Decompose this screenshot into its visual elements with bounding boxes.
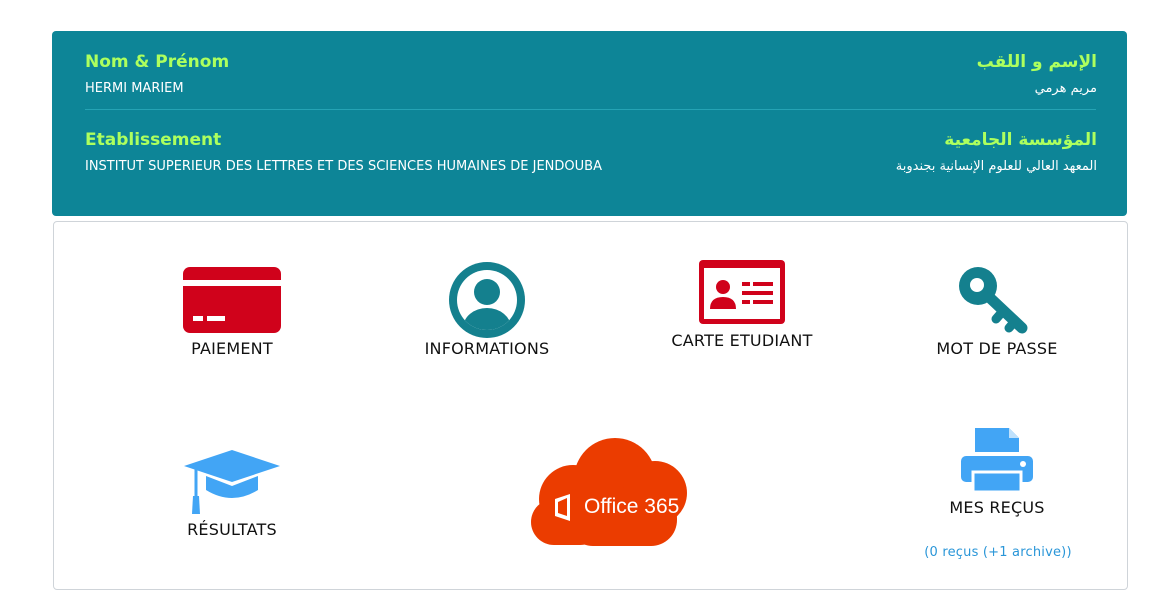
resultats-label: RÉSULTATS [187, 520, 277, 539]
mes-recus-label: MES REÇUS [949, 498, 1045, 517]
user-circle-icon [449, 262, 525, 338]
graduation-cap-icon [184, 450, 280, 514]
institution-value-ar: المعهد العالي للعلوم الإنسانية بجندوبة [895, 159, 1097, 174]
profile-header: Nom & Prénom HERMI MARIEM الإسم و اللقب … [52, 31, 1127, 216]
id-card-icon [699, 260, 785, 324]
name-value-fr: HERMI MARIEM [85, 81, 184, 96]
name-label-ar: الإسم و اللقب [976, 52, 1097, 72]
office365-cloud-icon [531, 438, 687, 546]
carte-etudiant-label: CARTE ETUDIANT [671, 331, 813, 350]
name-value-ar: مريم هرمي [1034, 81, 1097, 96]
key-icon [959, 267, 1028, 334]
institution-value-fr: INSTITUT SUPERIEUR DES LETTRES ET DES SC… [85, 159, 602, 174]
name-label-fr: Nom & Prénom [85, 52, 230, 72]
paiement-label: PAIEMENT [191, 339, 273, 358]
printer-icon [961, 428, 1033, 492]
informations-label: INFORMATIONS [424, 339, 550, 358]
recus-count-link[interactable]: (0 reçus (+1 archive)) [878, 545, 1118, 560]
profile-divider [85, 109, 1096, 110]
institution-label-fr: Etablissement [85, 130, 222, 150]
institution-label-ar: المؤسسة الجامعية [944, 130, 1097, 150]
credit-card-icon [183, 267, 281, 333]
mot-de-passe-label: MOT DE PASSE [936, 339, 1058, 358]
office365-label: Office 365 [584, 495, 680, 518]
